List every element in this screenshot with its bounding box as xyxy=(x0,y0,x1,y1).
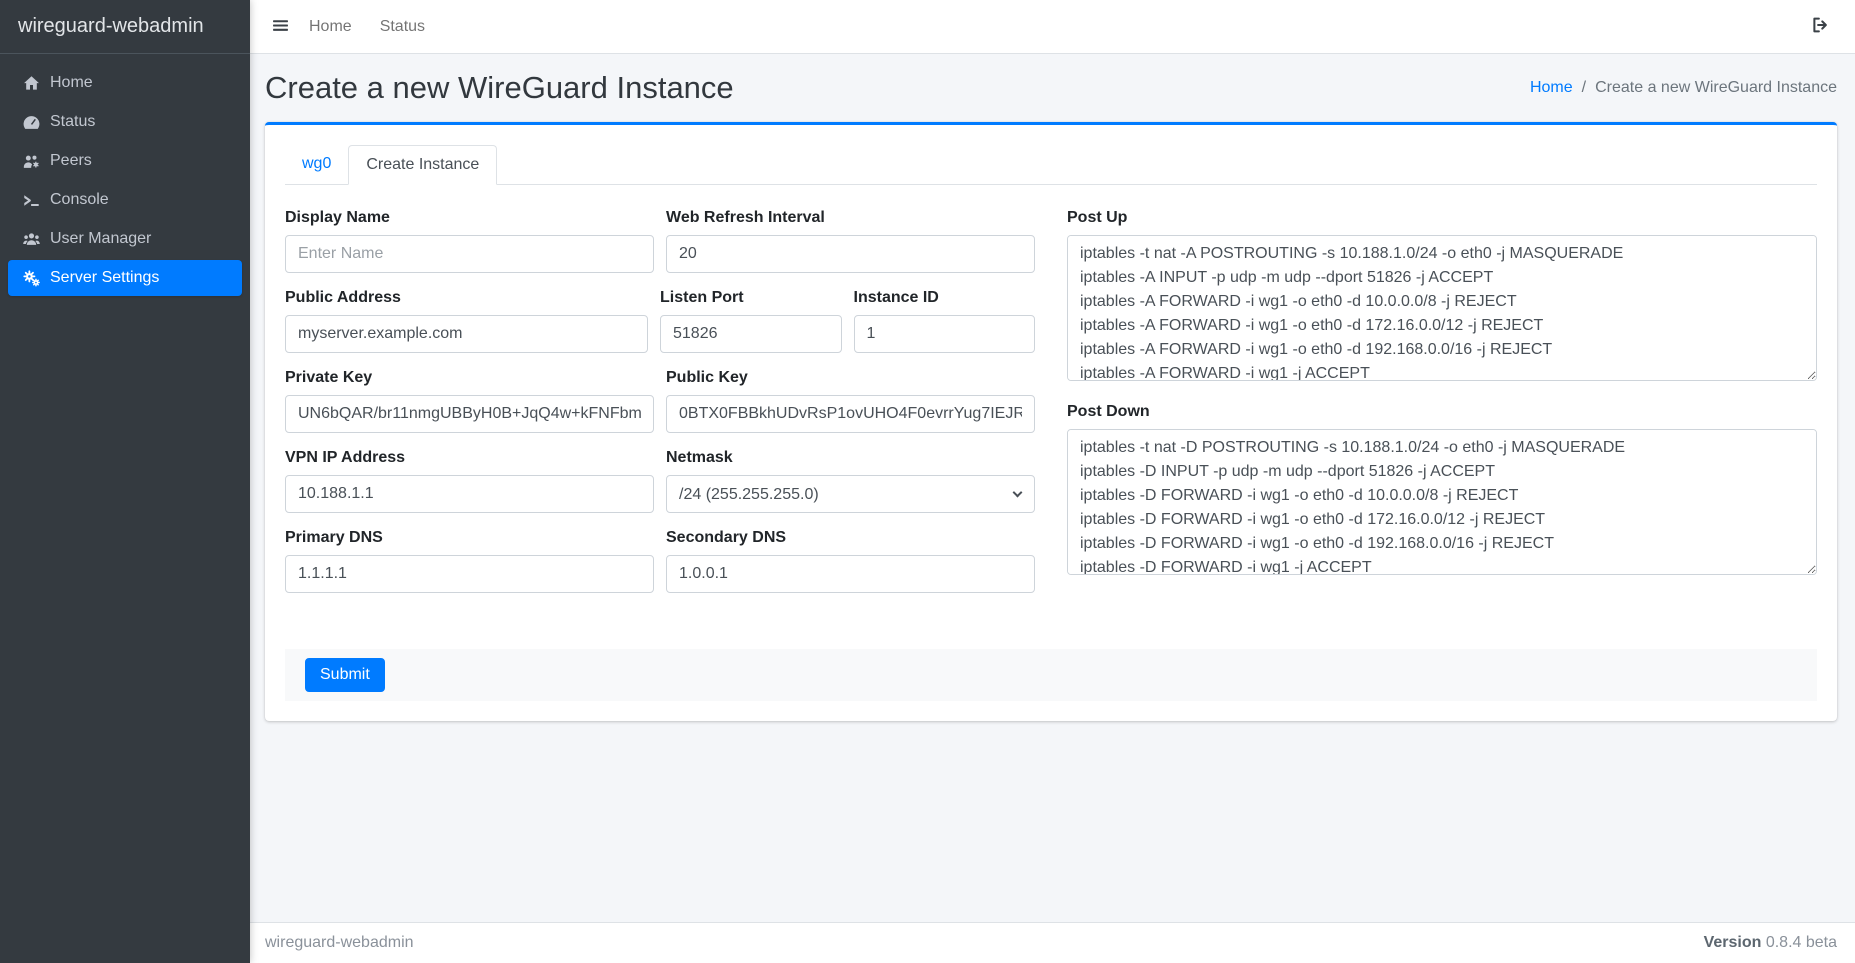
public-key-label: Public Key xyxy=(666,369,1035,387)
post-up-label: Post Up xyxy=(1067,209,1817,227)
page-footer: wireguard-webadmin Version 0.8.4 beta xyxy=(250,922,1855,963)
private-key-field[interactable] xyxy=(285,395,654,433)
tab-create-instance[interactable]: Create Instance xyxy=(348,145,497,185)
secondary-dns-field[interactable] xyxy=(666,555,1035,593)
sidebar-nav: Home Status xyxy=(0,54,250,310)
content-wrapper: Create a new WireGuard Instance Home / C… xyxy=(250,54,1855,922)
instance-tabs: wg0 Create Instance xyxy=(285,145,1817,185)
instance-card-body: wg0 Create Instance Display Name xyxy=(265,125,1837,721)
listen-port-field[interactable] xyxy=(660,315,842,353)
display-name-label: Display Name xyxy=(285,209,654,227)
sidebar-item-label: Peers xyxy=(50,152,92,170)
sidebar-item-server-settings[interactable]: Server Settings xyxy=(8,260,242,296)
brand-link[interactable]: wireguard-webadmin xyxy=(0,0,250,54)
version-label: Version xyxy=(1704,934,1762,951)
private-key-label: Private Key xyxy=(285,369,654,387)
form-left-column: Display Name Web Refresh Interval xyxy=(285,209,1035,609)
page-title: Create a new WireGuard Instance xyxy=(265,70,734,106)
app-window: wireguard-webadmin Home Status xyxy=(0,0,1855,963)
primary-dns-field[interactable] xyxy=(285,555,654,593)
sidebar-item-label: Status xyxy=(50,113,95,131)
version-info: Version 0.8.4 beta xyxy=(1704,934,1837,952)
version-value: 0.8.4 beta xyxy=(1766,934,1837,951)
gauge-icon xyxy=(16,114,46,131)
submit-button[interactable]: Submit xyxy=(305,658,385,692)
sidebar-toggle-button[interactable] xyxy=(266,11,295,43)
hamburger-icon xyxy=(272,17,289,37)
secondary-dns-label: Secondary DNS xyxy=(666,529,1035,547)
users-icon xyxy=(16,231,46,248)
breadcrumb-home-link[interactable]: Home xyxy=(1530,79,1573,97)
sidebar: wireguard-webadmin Home Status xyxy=(0,0,250,963)
netmask-select-wrap: /24 (255.255.255.0) xyxy=(666,475,1035,513)
form-footer-bar: Submit xyxy=(285,649,1817,701)
sidebar-item-label: Console xyxy=(50,191,109,209)
listen-port-label: Listen Port xyxy=(660,289,842,307)
public-address-field[interactable] xyxy=(285,315,648,353)
display-name-field[interactable] xyxy=(285,235,654,273)
topnav-item-home[interactable]: Home xyxy=(309,18,352,36)
content-header: Create a new WireGuard Instance Home / C… xyxy=(265,54,1837,122)
sidebar-item-status[interactable]: Status xyxy=(8,104,242,140)
public-address-label: Public Address xyxy=(285,289,648,307)
sidebar-item-label: Home xyxy=(50,74,93,92)
main-area: Home Status Create a new WireGuard Insta… xyxy=(250,0,1855,963)
sidebar-item-home[interactable]: Home xyxy=(8,65,242,101)
sidebar-item-label: Server Settings xyxy=(50,269,159,287)
breadcrumb-separator: / xyxy=(1582,79,1586,97)
post-down-textarea[interactable]: iptables -t nat -D POSTROUTING -s 10.188… xyxy=(1067,429,1817,575)
footer-brand: wireguard-webadmin xyxy=(265,934,414,952)
create-instance-form: Display Name Web Refresh Interval xyxy=(285,185,1817,609)
topnav-item-status[interactable]: Status xyxy=(380,18,425,36)
gears-icon xyxy=(16,270,46,287)
post-down-label: Post Down xyxy=(1067,403,1817,421)
post-up-textarea[interactable]: iptables -t nat -A POSTROUTING -s 10.188… xyxy=(1067,235,1817,381)
web-refresh-interval-field[interactable] xyxy=(666,235,1035,273)
primary-dns-label: Primary DNS xyxy=(285,529,654,547)
vpn-ip-field[interactable] xyxy=(285,475,654,513)
instance-id-label: Instance ID xyxy=(854,289,1036,307)
users-gear-icon xyxy=(16,153,46,170)
sidebar-item-label: User Manager xyxy=(50,230,151,248)
sidebar-item-console[interactable]: Console xyxy=(8,182,242,218)
sidebar-item-user-manager[interactable]: User Manager xyxy=(8,221,242,257)
netmask-label: Netmask xyxy=(666,449,1035,467)
terminal-icon xyxy=(16,192,46,209)
top-navbar: Home Status xyxy=(250,0,1855,54)
web-refresh-interval-label: Web Refresh Interval xyxy=(666,209,1035,227)
tab-wg0[interactable]: wg0 xyxy=(285,145,348,184)
netmask-select[interactable]: /24 (255.255.255.0) xyxy=(666,475,1035,513)
brand-title: wireguard-webadmin xyxy=(18,15,204,38)
sidebar-item-peers[interactable]: Peers xyxy=(8,143,242,179)
public-key-field[interactable] xyxy=(666,395,1035,433)
vpn-ip-label: VPN IP Address xyxy=(285,449,654,467)
instance-id-field[interactable] xyxy=(854,315,1036,353)
form-right-column: Post Up iptables -t nat -A POSTROUTING -… xyxy=(1067,209,1817,609)
breadcrumb-current: Create a new WireGuard Instance xyxy=(1595,79,1837,97)
home-icon xyxy=(16,75,46,92)
breadcrumb: Home / Create a new WireGuard Instance xyxy=(1530,79,1837,97)
logout-button[interactable] xyxy=(1805,10,1835,43)
sign-out-icon xyxy=(1811,16,1829,37)
instance-card: wg0 Create Instance Display Name xyxy=(265,122,1837,721)
